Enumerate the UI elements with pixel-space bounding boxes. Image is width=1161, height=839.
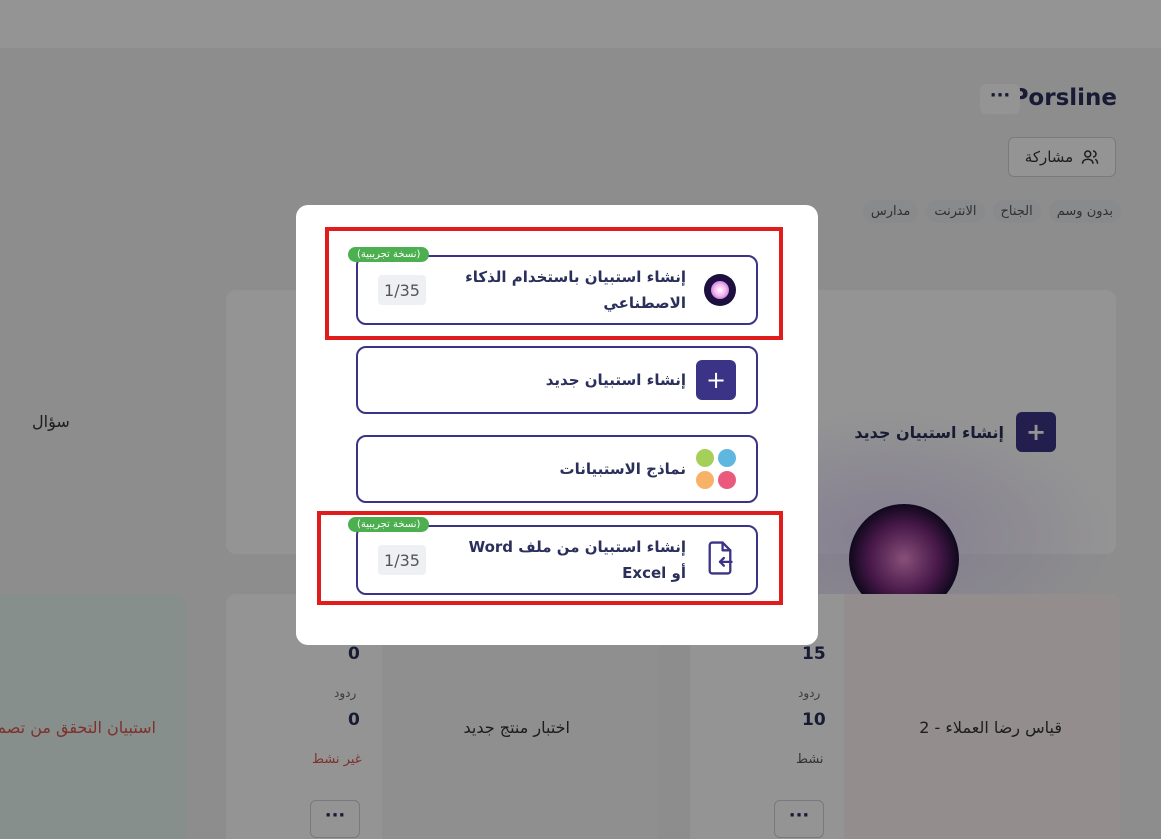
create-new-survey-option[interactable]: + إنشاء استبيان جديد (356, 346, 758, 414)
beta-badge: (نسخة تجريبية) (348, 517, 430, 532)
survey-templates-option[interactable]: نماذج الاستبيانات (356, 435, 758, 503)
create-survey-modal: (نسخة تجريبية) إنشاء استبيان باستخدام ال… (296, 205, 818, 645)
option-label: إنشاء استبيان من ملف Word أو Excel (468, 538, 686, 582)
import-word-excel-option[interactable]: (نسخة تجريبية) إنشاء استبيان من ملف Word… (348, 517, 758, 595)
create-ai-survey-option[interactable]: (نسخة تجريبية) إنشاء استبيان باستخدام ال… (348, 247, 758, 325)
ai-orb-icon (704, 274, 736, 306)
usage-counter: 1/35 (378, 275, 426, 305)
usage-counter: 1/35 (378, 545, 426, 575)
option-label: إنشاء استبيان باستخدام الذكاء الاصطناعي (465, 268, 686, 312)
beta-badge: (نسخة تجريبية) (348, 247, 430, 262)
file-import-icon (708, 541, 733, 575)
plus-icon: + (696, 360, 736, 400)
option-label: نماذج الاستبيانات (559, 460, 686, 478)
templates-grid-icon (696, 449, 736, 489)
option-label: إنشاء استبيان جديد (545, 371, 686, 389)
